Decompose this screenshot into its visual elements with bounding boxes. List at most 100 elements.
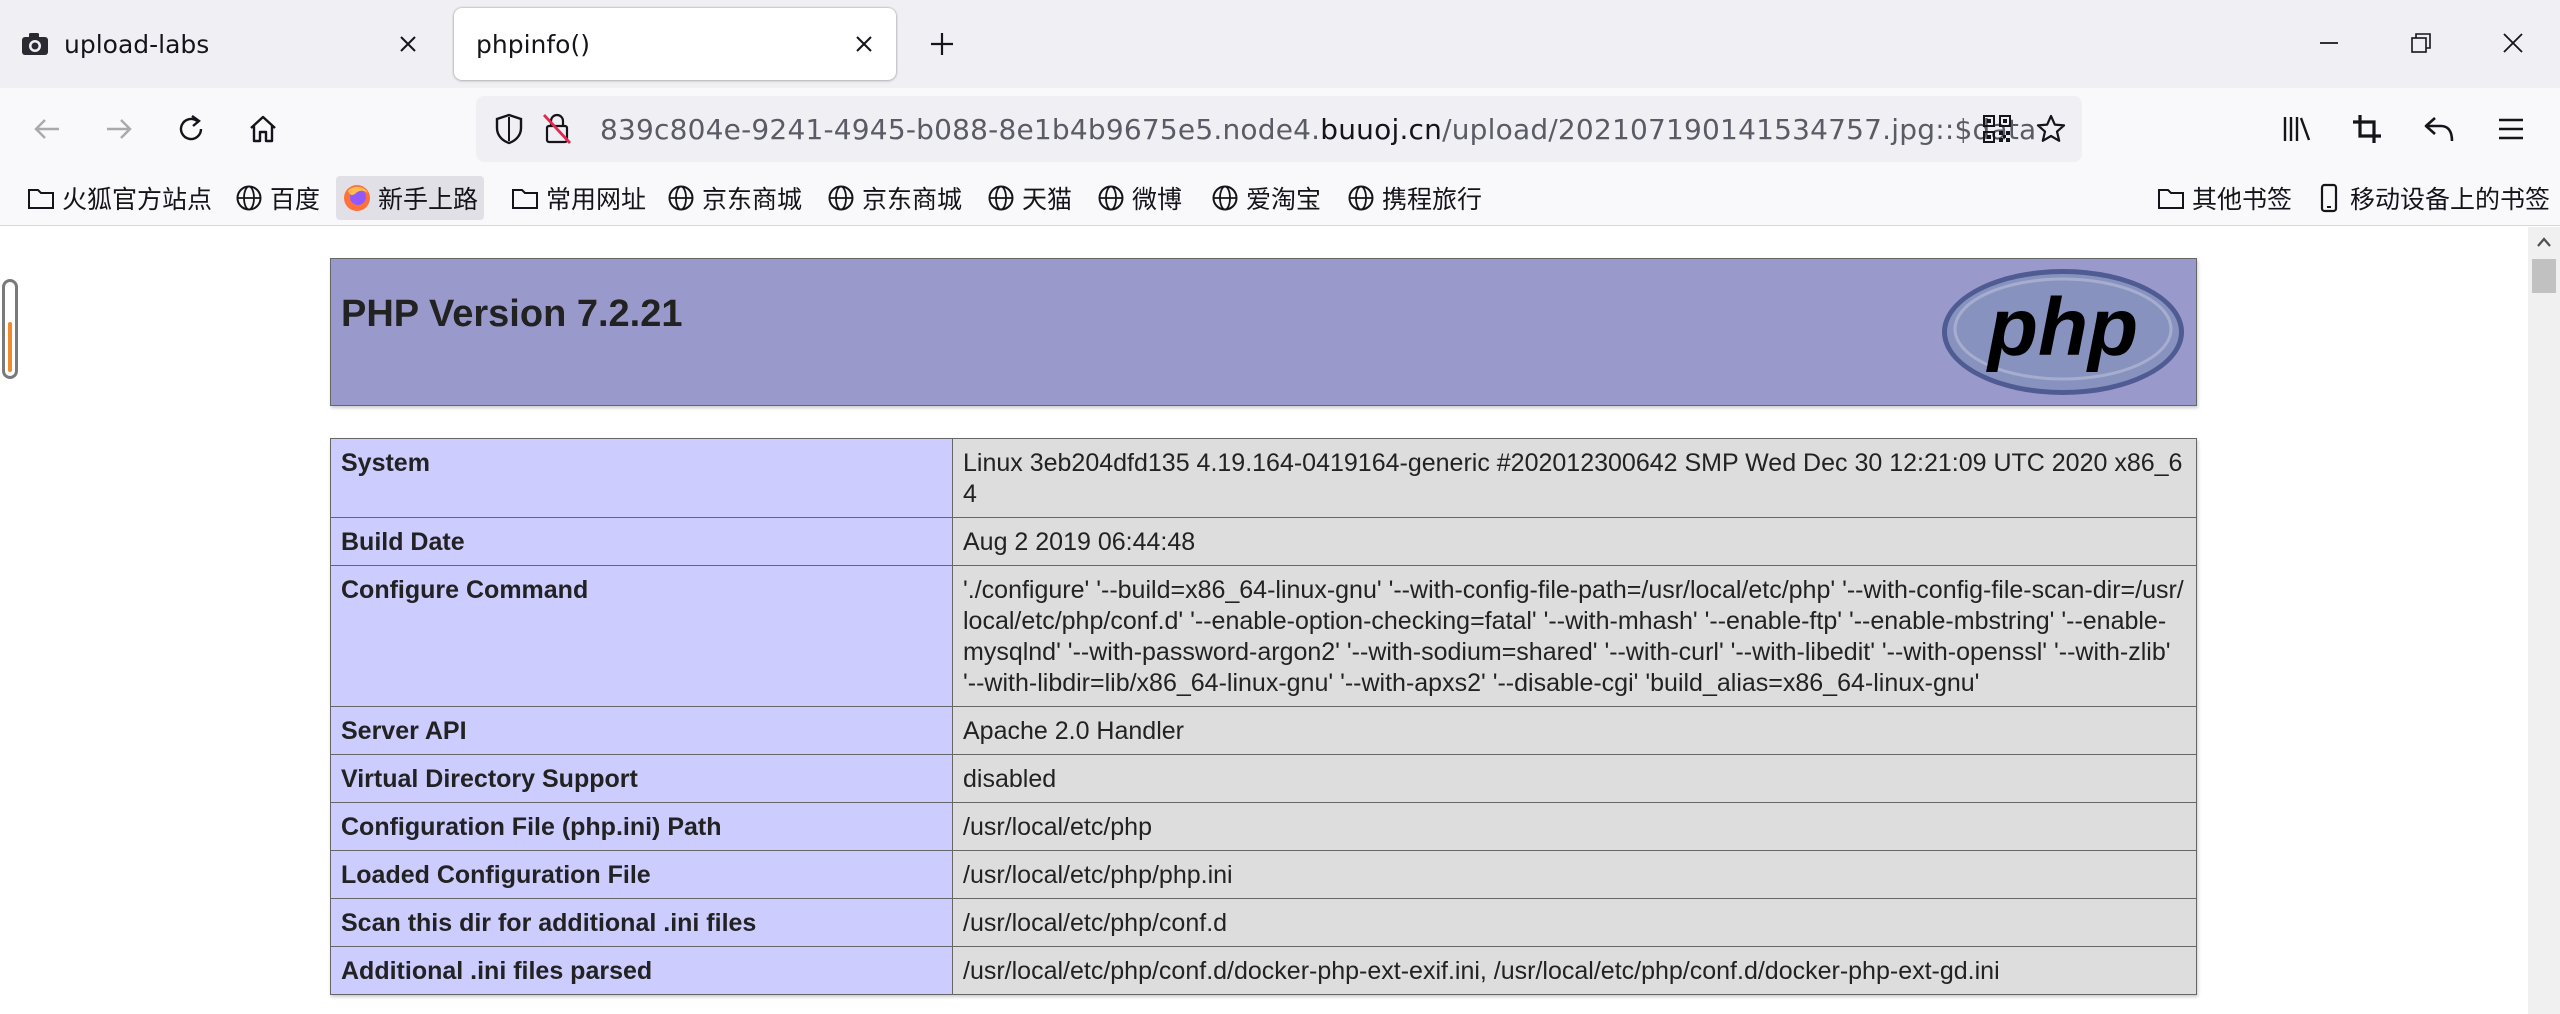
directive-value: './configure' '--build=x86_64-linux-gnu'… (952, 565, 2197, 707)
minimize-button[interactable] (2306, 20, 2352, 66)
camera-icon (20, 29, 50, 59)
globe-icon (986, 183, 1016, 213)
table-row: Server API Apache 2.0 Handler (330, 706, 2197, 755)
qr-code-icon[interactable] (1978, 110, 2016, 148)
php-logo-text: php (1986, 282, 2138, 373)
directive-value: /usr/local/etc/php/conf.d (952, 898, 2197, 947)
bookmark-item[interactable]: 微博 (1090, 176, 1188, 220)
folder-icon (510, 183, 540, 213)
globe-icon (1346, 183, 1376, 213)
bookmark-item[interactable]: 京东商城 (660, 176, 808, 220)
tab-label: upload-labs (64, 29, 210, 59)
bookmark-folder[interactable]: 常用网址 (504, 176, 652, 220)
bookmark-item[interactable]: 京东商城 (820, 176, 968, 220)
php-logo: php (1942, 269, 2184, 395)
menu-hamburger-icon[interactable] (2488, 106, 2534, 152)
directive-name: Configure Command (330, 565, 953, 707)
insecure-lock-icon[interactable] (538, 110, 576, 148)
page-content: PHP Version 7.2.21 php System Linux 3eb20… (0, 227, 2528, 1014)
bookmark-star-icon[interactable] (2032, 110, 2070, 148)
directive-value: /usr/local/etc/php (952, 802, 2197, 851)
address-bar[interactable]: 839c804e-9241-4945-b088-8e1b4b9675e5.nod… (476, 96, 2082, 162)
back-button[interactable] (24, 106, 70, 152)
bookmark-label: 常用网址 (546, 185, 647, 214)
url-domain: buuoj.cn (1320, 113, 1443, 146)
bookmark-folder[interactable]: 火狐官方站点 (20, 176, 218, 220)
folder-icon (2156, 183, 2186, 213)
directive-value: Linux 3eb204dfd135 4.19.164-0419164-gene… (952, 438, 2197, 518)
table-row: Virtual Directory Support disabled (330, 754, 2197, 803)
bookmarks-toolbar: 火狐官方站点 百度 新手上路 常用网址 京东商城 京东商城 天猫 微博 爱淘宝 … (0, 170, 2560, 226)
phpinfo-header: PHP Version 7.2.21 php (330, 258, 2197, 406)
globe-icon (1210, 183, 1240, 213)
bookmark-item[interactable]: 携程旅行 (1340, 176, 1488, 220)
mobile-bookmarks-folder[interactable]: 移动设备上的书签 (2308, 176, 2556, 220)
directive-name: Configuration File (php.ini) Path (330, 802, 953, 851)
url-text[interactable]: 839c804e-9241-4945-b088-8e1b4b9675e5.nod… (600, 113, 2036, 146)
bookmark-label: 其他书签 (2192, 185, 2293, 214)
scroll-up-arrow-icon[interactable] (2528, 227, 2560, 257)
bookmark-label: 微博 (1132, 185, 1183, 214)
forward-button[interactable] (96, 106, 142, 152)
directive-name: Server API (330, 706, 953, 755)
bookmark-label: 爱淘宝 (1246, 185, 1322, 214)
table-row: Loaded Configuration File/usr/local/etc/… (330, 850, 2197, 899)
directive-name: System (330, 438, 953, 518)
directive-value: Aug 2 2019 06:44:48 (952, 517, 2197, 566)
close-window-button[interactable] (2490, 20, 2536, 66)
directive-value: disabled (952, 754, 2197, 803)
bookmark-item[interactable]: 爱淘宝 (1204, 176, 1327, 220)
bookmark-label: 京东商城 (862, 185, 963, 214)
new-tab-button[interactable] (922, 24, 962, 64)
undo-icon[interactable] (2416, 106, 2462, 152)
close-tab-icon[interactable] (850, 30, 878, 58)
directive-name: Loaded Configuration File (330, 850, 953, 899)
directive-value: /usr/local/etc/php/php.ini (952, 850, 2197, 899)
tab-label: phpinfo() (476, 29, 590, 59)
table-row: Build Date Aug 2 2019 06:44:48 (330, 517, 2197, 566)
directive-name: Additional .ini files parsed (330, 946, 953, 995)
table-row: Scan this dir for additional .ini files /… (330, 898, 2197, 947)
close-tab-icon[interactable] (394, 30, 422, 58)
bookmark-label: 移动设备上的书签 (2350, 185, 2551, 214)
tracking-protection-shield-icon[interactable] (490, 110, 528, 148)
bookmark-label: 京东商城 (702, 185, 803, 214)
bookmark-label: 携程旅行 (1382, 185, 1483, 214)
other-bookmarks-folder[interactable]: 其他书签 (2150, 176, 2298, 220)
bookmark-label: 百度 (270, 185, 321, 214)
screenshot-crop-icon[interactable] (2344, 106, 2390, 152)
home-button[interactable] (240, 106, 286, 152)
globe-icon (666, 183, 696, 213)
bookmark-item[interactable]: 天猫 (980, 176, 1078, 220)
directive-name: Virtual Directory Support (330, 754, 953, 803)
navigation-toolbar: 839c804e-9241-4945-b088-8e1b4b9675e5.nod… (0, 88, 2560, 170)
sidebar-handle[interactable] (2, 279, 18, 379)
restore-button[interactable] (2398, 20, 2444, 66)
bookmark-item[interactable]: 新手上路 (336, 176, 485, 220)
table-row: System Linux 3eb204dfd135 4.19.164-041916… (330, 438, 2197, 518)
phpinfo-table: System Linux 3eb204dfd135 4.19.164-041916… (330, 438, 2197, 995)
reload-button[interactable] (168, 106, 214, 152)
firefox-icon (342, 183, 372, 213)
scrollbar-thumb[interactable] (2532, 259, 2556, 293)
url-path: /upload/202107190141534757.jpg::$data (1442, 113, 2037, 146)
mobile-icon (2314, 183, 2344, 213)
globe-icon (1096, 183, 1126, 213)
directive-value: Apache 2.0 Handler (952, 706, 2197, 755)
bookmark-label: 天猫 (1022, 185, 1073, 214)
folder-icon (26, 183, 56, 213)
directive-name: Scan this dir for additional .ini files (330, 898, 953, 947)
directive-value: /usr/local/etc/php/conf.d/docker-php-ext… (952, 946, 2197, 995)
globe-icon (234, 183, 264, 213)
bookmark-label: 火狐官方站点 (62, 185, 213, 214)
tab-upload-labs[interactable]: upload-labs (0, 8, 440, 80)
bookmark-item[interactable]: 百度 (228, 176, 326, 220)
globe-icon (826, 183, 856, 213)
vertical-scrollbar[interactable] (2528, 227, 2560, 1014)
php-version-title: PHP Version 7.2.21 (341, 293, 683, 335)
table-row: Additional .ini files parsed/usr/local/e… (330, 946, 2197, 995)
tab-phpinfo[interactable]: phpinfo() (454, 8, 896, 80)
library-icon[interactable] (2274, 106, 2320, 152)
table-row: Configure Command './configure' '--build=… (330, 565, 2197, 707)
bookmark-label: 新手上路 (378, 185, 479, 214)
